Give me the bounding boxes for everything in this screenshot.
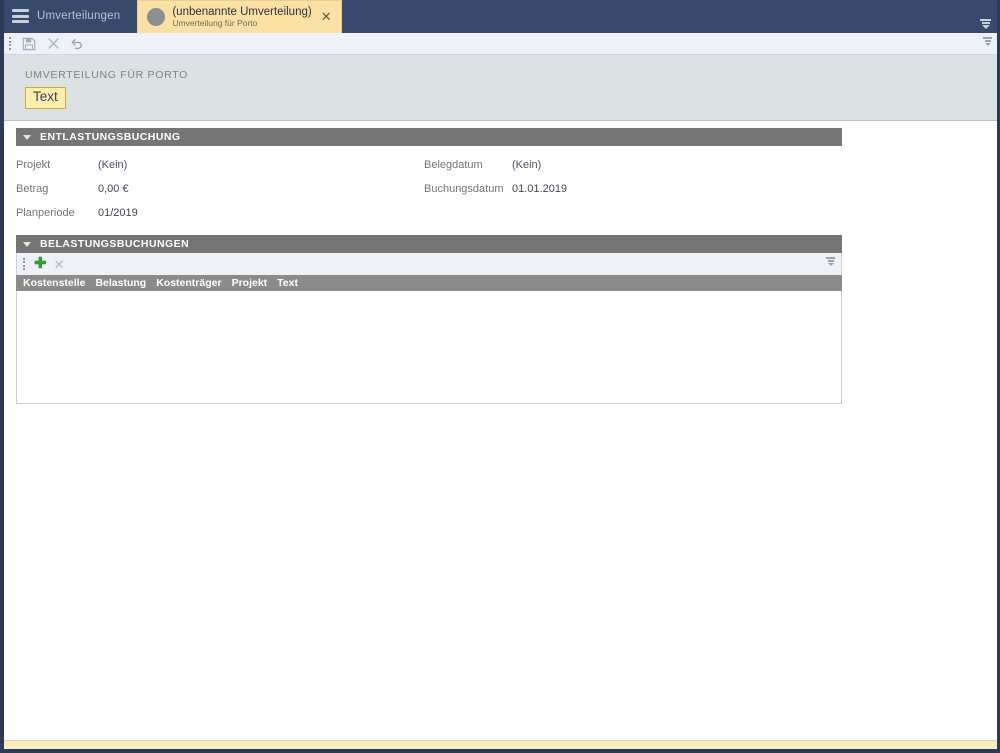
titlebar-overflow-icon[interactable] <box>980 19 991 29</box>
field-value-projekt[interactable]: (Kein) <box>98 159 424 171</box>
column-header-kostenstelle[interactable]: Kostenstelle <box>23 277 85 289</box>
grid-toolbar-overflow-icon[interactable] <box>826 257 835 266</box>
document-text-field[interactable]: Text <box>25 87 66 109</box>
column-header-belastung[interactable]: Belastung <box>95 277 146 289</box>
record-avatar-icon <box>147 8 166 26</box>
field-label-belegdatum: Belegdatum <box>424 159 483 171</box>
field-label-buchungsdatum: Buchungsdatum <box>424 183 504 195</box>
toolbar-overflow-icon[interactable] <box>983 37 992 46</box>
field-grid-entlastungsbuchung: Projekt (Kein) Betrag 0,00 € Planperiode… <box>16 146 842 228</box>
tab-strip: (unbenannte Umverteilung) Umverteilung f… <box>137 0 342 33</box>
drag-grip-icon[interactable] <box>23 257 27 271</box>
field-label-betrag: Betrag <box>16 183 49 195</box>
window-bottom-accent <box>4 740 997 749</box>
field-label-planperiode: Planperiode <box>16 207 75 219</box>
field-value-buchungsdatum[interactable]: 01.01.2019 <box>512 183 567 195</box>
field-label-projekt: Projekt <box>16 159 51 171</box>
chevron-down-icon[interactable] <box>23 135 31 140</box>
grid-body-empty[interactable] <box>16 291 842 404</box>
undo-arrow-icon[interactable] <box>69 36 85 52</box>
field-column-left: Projekt (Kein) Betrag 0,00 € Planperiode… <box>16 159 424 219</box>
content-area: ENTLASTUNGSBUCHUNG Projekt (Kein) Betrag… <box>4 121 997 742</box>
tab-subtitle: Umverteilung für Porto <box>172 18 258 29</box>
add-row-button[interactable]: ✚ <box>34 256 47 273</box>
chevron-down-icon[interactable] <box>23 242 31 247</box>
grid-toolbar: ✚ ✕ <box>16 253 842 275</box>
title-bar: Umverteilungen (unbenannte Umverteilung)… <box>4 0 997 33</box>
panel-entlastungsbuchung: ENTLASTUNGSBUCHUNG Projekt (Kein) Betrag… <box>16 128 842 228</box>
application-window: Umverteilungen (unbenannte Umverteilung)… <box>0 0 1000 753</box>
column-header-text[interactable]: Text <box>277 277 298 289</box>
app-brand[interactable]: Umverteilungen <box>12 0 120 33</box>
panel-belastungsbuchungen: BELASTUNGSBUCHUNGEN ✚ ✕ Kostenstelle Bel… <box>16 235 842 404</box>
tab-title: (unbenannte Umverteilung) <box>172 5 312 18</box>
document-tab-active[interactable]: (unbenannte Umverteilung) Umverteilung f… <box>137 0 342 33</box>
column-header-kostentraeger[interactable]: Kostenträger <box>156 277 221 289</box>
delete-row-button[interactable]: ✕ <box>54 258 65 271</box>
save-floppy-icon[interactable] <box>21 36 37 52</box>
panel-title: ENTLASTUNGSBUCHUNG <box>40 131 181 143</box>
tab-text-group: (unbenannte Umverteilung) Umverteilung f… <box>172 6 311 29</box>
grid-column-headers: Kostenstelle Belastung Kostenträger Proj… <box>16 275 842 291</box>
panel-header-entlastungsbuchung[interactable]: ENTLASTUNGSBUCHUNG <box>16 128 842 146</box>
field-value-planperiode[interactable]: 01/2019 <box>98 207 424 219</box>
document-header-caption: UMVERTEILUNG FÜR PORTO <box>25 69 189 81</box>
command-toolbar <box>4 33 997 55</box>
column-header-projekt[interactable]: Projekt <box>232 277 268 289</box>
cancel-x-icon[interactable] <box>45 36 61 52</box>
hamburger-icon[interactable] <box>12 9 29 23</box>
close-icon[interactable]: ✕ <box>319 8 334 27</box>
field-value-belegdatum[interactable]: (Kein) <box>512 159 567 171</box>
app-brand-label: Umverteilungen <box>37 10 121 22</box>
drag-grip-icon[interactable] <box>9 37 13 50</box>
field-value-betrag[interactable]: 0,00 € <box>98 183 424 195</box>
panel-title: BELASTUNGSBUCHUNGEN <box>40 238 190 250</box>
document-header: UMVERTEILUNG FÜR PORTO Text <box>4 55 997 121</box>
panel-header-belastungsbuchungen[interactable]: BELASTUNGSBUCHUNGEN <box>16 235 842 253</box>
field-column-right: Belegdatum (Kein) Buchungsdatum 01.01.20… <box>424 159 567 219</box>
